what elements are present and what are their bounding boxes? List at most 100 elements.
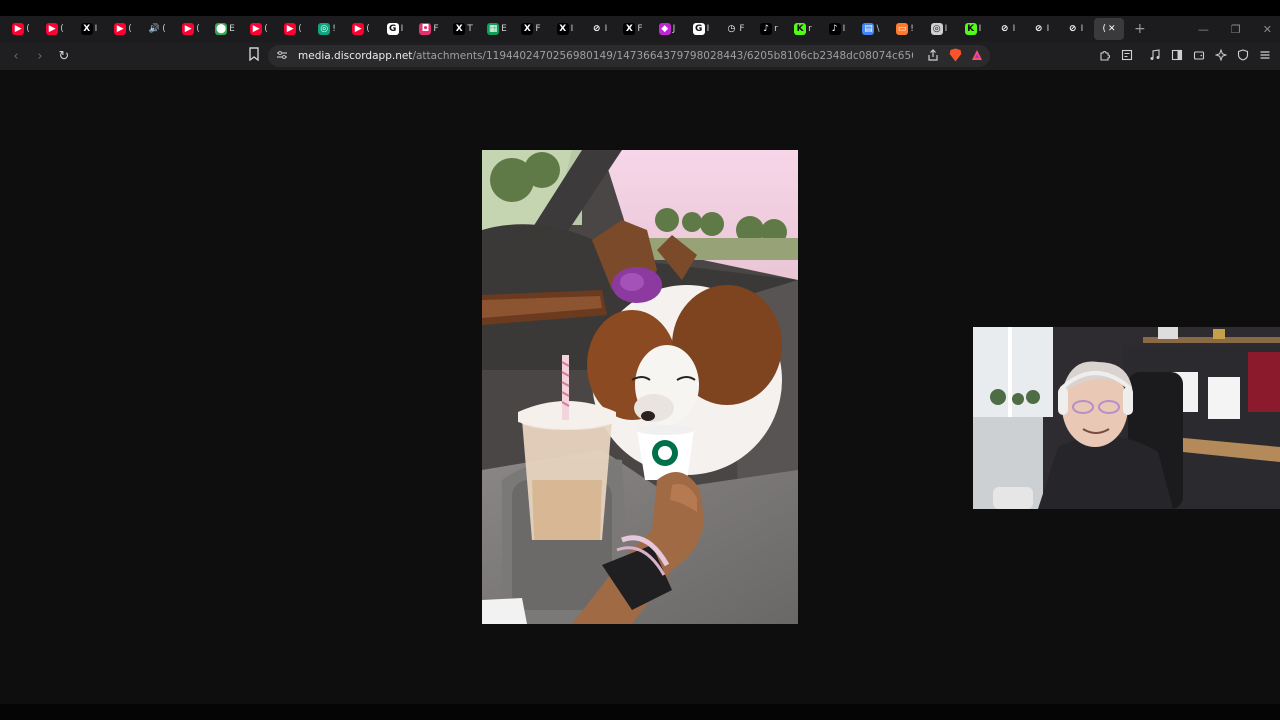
tab-bar: ▶(▶(X I ▶(🔊(▶(⬤ E ▶(▶(◎! ▶(G I ◘ F X T ▦ E X F X I ⊘ I X F ◆ J… <box>0 16 1280 42</box>
tab-9[interactable]: ◎! <box>312 18 342 40</box>
tab-14[interactable]: ▦ E <box>482 18 512 40</box>
wallet-icon[interactable] <box>1192 48 1206 62</box>
tab-label: F <box>739 24 745 34</box>
tab-4[interactable]: 🔊( <box>142 18 172 40</box>
reload-button[interactable]: ↻ <box>56 48 72 64</box>
brave-rewards-icon[interactable] <box>970 48 984 62</box>
tab-label: I <box>604 24 608 34</box>
x-icon: X <box>453 23 466 35</box>
globe-icon: ⊘ <box>1032 23 1045 35</box>
youtube-icon: ▶ <box>46 23 59 35</box>
url-text[interactable]: media.discordapp.net/attachments/1194402… <box>298 50 913 62</box>
tab-30[interactable]: ⊘ I <box>1026 18 1056 40</box>
tab-22[interactable]: ♪ r <box>754 18 784 40</box>
tab-active[interactable]: ( ✕ <box>1094 18 1124 40</box>
tab-29[interactable]: ⊘ I <box>992 18 1022 40</box>
reader-icon[interactable] <box>1120 48 1134 62</box>
tab-label: I <box>400 24 404 34</box>
youtube-icon: ▶ <box>250 23 263 35</box>
tab-27[interactable]: ◎ I <box>924 18 954 40</box>
tab-label: r <box>774 24 778 34</box>
globe-icon: ⊘ <box>998 23 1011 35</box>
tab-label: J <box>672 24 676 34</box>
new-tab-button[interactable]: + <box>1134 21 1152 37</box>
tab-5[interactable]: ▶( <box>176 18 206 40</box>
tab-16[interactable]: XI <box>550 18 580 40</box>
youtube-icon: ▶ <box>352 23 365 35</box>
tab-17[interactable]: ⊘ I <box>584 18 614 40</box>
dog-starbucks-photo[interactable] <box>482 150 798 624</box>
tab-26[interactable]: ▭! <box>890 18 920 40</box>
tab-21[interactable]: ◷ F <box>720 18 750 40</box>
nav-buttons: ‹ › ↻ <box>8 48 72 64</box>
chatgpt-icon: ◎ <box>318 23 331 35</box>
tab-label: I <box>94 24 98 34</box>
tab-20[interactable]: GI <box>686 18 716 40</box>
tab-18[interactable]: XF <box>618 18 648 40</box>
close-tab-icon[interactable]: ✕ <box>1108 24 1116 34</box>
bookmark-icon[interactable] <box>248 47 262 63</box>
leo-ai-icon[interactable] <box>1214 48 1228 62</box>
tab-11[interactable]: GI <box>380 18 410 40</box>
extensions-icon[interactable] <box>1098 48 1112 62</box>
menu-icon[interactable] <box>1258 48 1272 62</box>
tab-10[interactable]: ▶( <box>346 18 376 40</box>
tab-3[interactable]: ▶( <box>108 18 138 40</box>
tab-31[interactable]: ⊘ I <box>1060 18 1090 40</box>
globe-icon: ⊘ <box>590 23 603 35</box>
google-icon: G <box>386 23 399 35</box>
google-icon: G <box>692 23 705 35</box>
tab-2[interactable]: XI <box>74 18 104 40</box>
tab-28[interactable]: KI <box>958 18 988 40</box>
kick-icon: K <box>794 23 807 35</box>
tab-19[interactable]: ◆ J <box>652 18 682 40</box>
bottom-strip <box>0 704 1280 720</box>
kick-icon: K <box>964 23 977 35</box>
tab-15[interactable]: XF <box>516 18 546 40</box>
tab-label: ( <box>264 24 268 34</box>
tab-label: ( <box>366 24 370 34</box>
sidebar-icon[interactable] <box>1170 48 1184 62</box>
restore-button[interactable]: ❐ <box>1231 23 1241 36</box>
share-icon[interactable] <box>926 48 940 62</box>
brave-shields-icon[interactable] <box>948 48 962 62</box>
tab-label: ( <box>60 24 64 34</box>
instagram-icon: ◘ <box>419 23 432 35</box>
tab-label: I <box>978 24 982 34</box>
photo-illustration <box>482 150 798 624</box>
tab-label: I <box>1012 24 1016 34</box>
tab-8[interactable]: ▶( <box>278 18 308 40</box>
tab-6[interactable]: ⬤ E <box>210 18 240 40</box>
tab-label: r <box>808 24 812 34</box>
back-button[interactable]: ‹ <box>8 48 24 64</box>
tab-13[interactable]: XT <box>448 18 478 40</box>
tab-24[interactable]: ♪ I <box>822 18 852 40</box>
close-window-button[interactable]: ✕ <box>1263 23 1272 36</box>
address-bar[interactable]: media.discordapp.net/attachments/1194402… <box>268 45 990 67</box>
youtube-icon: ▶ <box>182 23 195 35</box>
tab-label: F <box>637 24 643 34</box>
timer-icon: ◷ <box>725 23 738 35</box>
forward-button[interactable]: › <box>32 48 48 64</box>
tab-12[interactable]: ◘ F <box>414 18 444 40</box>
tab-25[interactable]: ▤ \ <box>856 18 886 40</box>
music-icon[interactable] <box>1148 48 1162 62</box>
vpn-icon[interactable] <box>1236 48 1250 62</box>
tab-label: ( <box>298 24 302 34</box>
youtube-icon: ▶ <box>12 23 25 35</box>
minimize-button[interactable]: — <box>1198 23 1209 36</box>
webcam-overlay <box>973 327 1280 509</box>
x-icon: X <box>521 23 534 35</box>
window-controls: — ❐ ✕ <box>1198 16 1272 42</box>
site-info-icon[interactable] <box>276 50 290 63</box>
game-icon: ▭ <box>896 23 909 35</box>
tab-0[interactable]: ▶( <box>6 18 36 40</box>
x-icon: X <box>80 23 93 35</box>
tab-23[interactable]: Kr <box>788 18 818 40</box>
tab-7[interactable]: ▶( <box>244 18 274 40</box>
tab-label: I <box>944 24 948 34</box>
url-path: /attachments/1194402470256980149/1473664… <box>412 50 913 62</box>
sheets-icon: ▦ <box>487 23 500 35</box>
tab-label: \ <box>876 24 880 34</box>
tab-1[interactable]: ▶( <box>40 18 70 40</box>
